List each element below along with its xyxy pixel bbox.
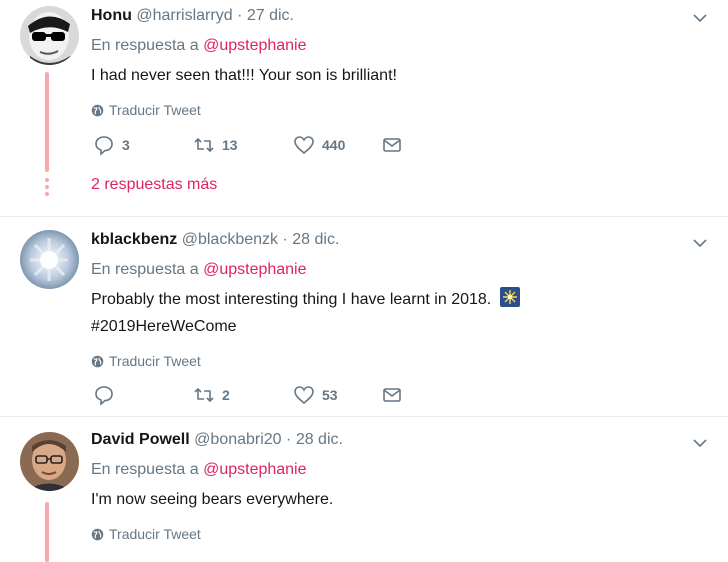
reply-icon [95,136,113,156]
thread-line [45,502,49,562]
author-handle[interactable]: @bonabri20 [194,431,281,448]
like-count: 440 [322,137,346,153]
author-name[interactable]: David Powell [91,431,190,448]
reply-mention-link[interactable]: @upstephanie [203,261,306,278]
more-chevron-icon[interactable] [692,435,708,451]
more-replies-link[interactable]: 2 respuestas más [91,176,217,194]
thread-continuation-dots [45,178,49,199]
separator: · [237,7,243,24]
translate-label: Traducir Tweet [109,526,201,542]
globe-icon [91,104,104,116]
author-handle[interactable]: @harrislarryd [136,7,232,24]
like-icon [294,136,314,155]
translate-label: Traducir Tweet [109,353,201,369]
reply-button[interactable] [93,384,193,406]
tweet-date[interactable]: 28 dic. [292,231,339,248]
reply-prefix: En respuesta a [91,261,199,278]
tweet-text: Probably the most interesting thing I ha… [91,286,688,313]
tweet-date[interactable]: 27 dic. [247,7,294,24]
avatar[interactable] [20,6,79,65]
tweet-header: kblackbenz @blackbenzk · 28 dic. [91,230,688,250]
message-icon [383,388,401,402]
thread-line [45,72,49,172]
tweet-content: Honu @harrislarryd · 27 dic. En respuest… [91,6,688,119]
retweet-count: 2 [222,387,230,403]
more-chevron-icon[interactable] [692,10,708,26]
tweet-date[interactable]: 28 dic. [296,431,343,448]
translate-tweet-link[interactable]: Traducir Tweet [91,101,688,119]
reply-mention-link[interactable]: @upstephanie [203,37,306,54]
reply-prefix: En respuesta a [91,461,199,478]
author-handle[interactable]: @blackbenzk [182,231,278,248]
retweet-icon [194,138,214,152]
reply-context: En respuesta a @upstephanie [91,260,688,280]
tweet[interactable]: kblackbenz @blackbenzk · 28 dic. En resp… [0,217,728,416]
translate-tweet-link[interactable]: Traducir Tweet [91,525,688,543]
separator: · [282,231,288,248]
retweet-count: 13 [222,137,238,153]
tweet[interactable]: David Powell @bonabri20 · 28 dic. En res… [0,417,728,562]
direct-message-button[interactable] [381,384,481,406]
separator: · [286,431,292,448]
tweet-content: David Powell @bonabri20 · 28 dic. En res… [91,430,688,543]
tweet-actions: 3 13 440 [93,134,481,156]
tweet-content: kblackbenz @blackbenzk · 28 dic. En resp… [91,230,688,370]
tweet[interactable]: Honu @harrislarryd · 27 dic. En respuest… [0,0,728,216]
fireworks-emoji-icon [499,287,520,307]
reply-icon [95,386,113,406]
message-icon [383,138,401,152]
reply-count: 3 [122,137,130,153]
reply-context: En respuesta a @upstephanie [91,36,688,56]
reply-context: En respuesta a @upstephanie [91,460,688,480]
direct-message-button[interactable] [381,134,481,156]
tweet-text: I'm now seeing bears everywhere. [91,491,334,508]
reply-mention-link[interactable]: @upstephanie [203,461,306,478]
tweet-header: David Powell @bonabri20 · 28 dic. [91,430,688,450]
like-count: 53 [322,387,338,403]
tweet-text: I had never seen that!!! Your son is bri… [91,67,397,84]
author-name[interactable]: kblackbenz [91,231,177,248]
tweet-header: Honu @harrislarryd · 27 dic. [91,6,688,26]
tweet-text-body: Probably the most interesting thing I ha… [91,291,492,308]
avatar[interactable] [20,230,79,289]
retweet-icon [194,388,214,402]
reply-button[interactable]: 3 [93,134,193,156]
author-name[interactable]: Honu [91,7,132,24]
avatar[interactable] [20,432,79,491]
more-chevron-icon[interactable] [692,235,708,251]
translate-tweet-link[interactable]: Traducir Tweet [91,352,688,370]
reply-prefix: En respuesta a [91,37,199,54]
like-icon [294,386,314,405]
translate-label: Traducir Tweet [109,102,201,118]
like-button[interactable]: 53 [293,384,381,406]
retweet-button[interactable]: 13 [193,134,293,156]
hashtag-link[interactable]: #2019HereWeCome [91,313,688,340]
like-button[interactable]: 440 [293,134,381,156]
tweet-actions: 2 53 [93,384,481,406]
globe-icon [91,528,104,540]
globe-icon [91,355,104,367]
retweet-button[interactable]: 2 [193,384,293,406]
